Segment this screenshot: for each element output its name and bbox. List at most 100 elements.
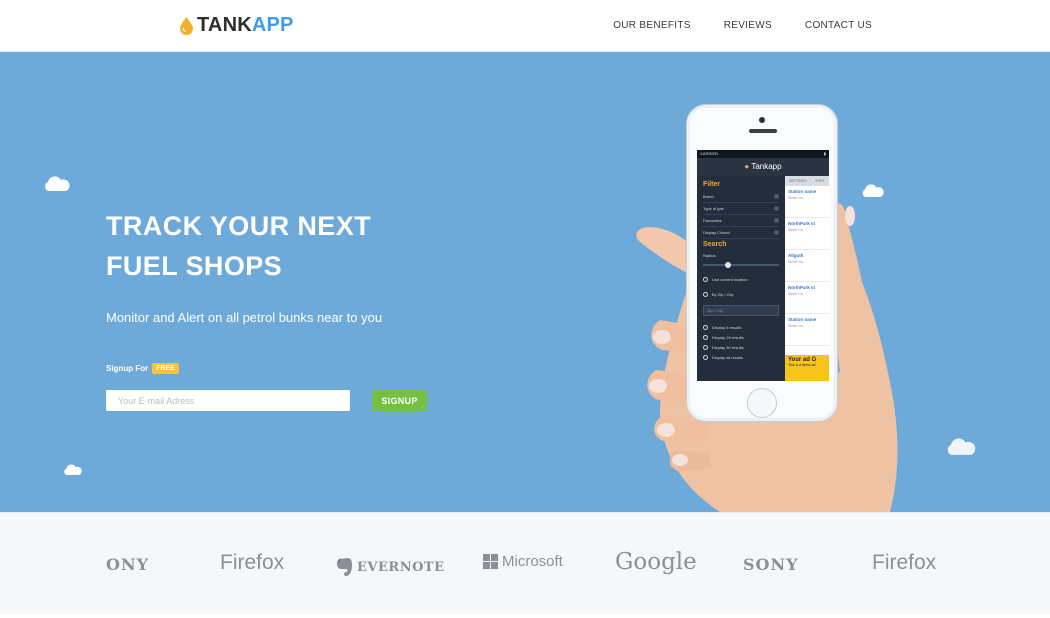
- logo-sony: SONY: [743, 555, 799, 574]
- brand-name: TANKAPP: [197, 14, 294, 37]
- hero-headline-line2: FUEL SHOPS: [106, 251, 283, 281]
- phone-screen: CARRIER ▮ ● Tankapp Filter Brand Type of …: [697, 150, 829, 381]
- evernote-wordmark: EVERNOTE: [357, 559, 445, 575]
- hero-headline: TRACK YOUR NEXT FUEL SHOPS: [106, 206, 371, 286]
- radio-icon: [703, 354, 708, 360]
- option-row[interactable]: Display 25 results: [703, 332, 779, 342]
- app-title-bar: ● Tankapp: [697, 158, 829, 176]
- nav-our-benefits[interactable]: OUR BENEFITS: [613, 20, 691, 31]
- chevron-icon: [774, 218, 779, 223]
- option-row[interactable]: By Zip / City: [703, 287, 779, 302]
- tab-sort[interactable]: SORT: [815, 179, 825, 183]
- result-detail: Street No.: [788, 324, 804, 328]
- city-input[interactable]: Zip / City: [703, 305, 779, 316]
- logo-firefox: Firefox: [220, 551, 285, 574]
- option-row[interactable]: Display 50 results: [703, 342, 779, 352]
- result-detail: Street No.: [788, 228, 804, 232]
- result-name: NorthPark st: [788, 221, 816, 226]
- radio-icon: [703, 334, 708, 340]
- option-row[interactable]: Use current location: [703, 272, 779, 287]
- option-row[interactable]: Display 5 results: [703, 322, 779, 332]
- cloud-icon: [45, 176, 70, 191]
- email-input[interactable]: [106, 390, 350, 411]
- filter-row[interactable]: Type of gas: [703, 203, 779, 215]
- result-name: Allguth: [788, 253, 804, 258]
- slider-knob[interactable]: [725, 262, 731, 268]
- brand-logo[interactable]: TANKAPP: [180, 14, 294, 37]
- hero-subline: Monitor and Alert on all petrol bunks ne…: [106, 310, 383, 325]
- logo-evernote: EVERNOTE: [336, 557, 445, 577]
- signup-for-text: Signup For: [106, 364, 149, 373]
- phone-speaker: [749, 129, 777, 133]
- radius-slider[interactable]: [703, 262, 779, 268]
- cloud-icon: [64, 464, 82, 475]
- toggle-icon: [774, 230, 779, 235]
- page-footer-space: [0, 614, 1050, 618]
- carrier-label: CARRIER: [700, 151, 719, 156]
- tab-settings[interactable]: SETTINGS: [789, 179, 807, 183]
- fuel-drop-icon: [180, 16, 193, 35]
- brand-name-part1: TANK: [197, 14, 252, 36]
- filter-row-label: Brand: [703, 194, 714, 199]
- result-name: NorthPark st: [788, 285, 816, 290]
- radius-label: Radius: [703, 252, 716, 258]
- ad-banner[interactable]: Your ad G This is a demo ad: [785, 355, 829, 381]
- nav-contact-us[interactable]: CONTACT US: [805, 20, 872, 31]
- battery-icon: ▮: [823, 151, 826, 156]
- results-tabs: SETTINGS SORT: [785, 176, 829, 186]
- result-item[interactable]: Station name Street No.: [785, 314, 829, 346]
- search-title: Search: [703, 241, 727, 248]
- filter-row[interactable]: Display Closed: [703, 227, 779, 239]
- result-item[interactable]: Allguth Street No.: [785, 250, 829, 282]
- result-item[interactable]: NorthPark st Street No.: [785, 218, 829, 250]
- free-badge: FREE: [152, 363, 179, 374]
- radio-icon: [703, 324, 708, 330]
- site-header: TANKAPP OUR BENEFITS REVIEWS CONTACT US: [0, 0, 1050, 52]
- option-label: Display all results: [712, 354, 744, 360]
- partner-logos-strip: ONY Firefox EVERNOTE Microsoft Google SO…: [0, 512, 1050, 614]
- results-panel: SETTINGS SORT Station name Street No. Nort…: [785, 176, 829, 381]
- brand-name-part2: APP: [251, 14, 294, 36]
- option-row[interactable]: Display all results: [703, 352, 779, 362]
- phone-mockup: CARRIER ▮ ● Tankapp Filter Brand Type of …: [686, 104, 838, 422]
- result-detail: Street No.: [788, 260, 804, 264]
- ad-subtitle: This is a demo ad: [788, 363, 816, 367]
- result-detail: Street No.: [788, 196, 804, 200]
- microsoft-wordmark: Microsoft: [502, 553, 563, 570]
- filter-panel: Filter Brand Type of gas Favourites Disp…: [697, 176, 785, 381]
- fuel-drop-icon: ●: [744, 162, 750, 171]
- result-item[interactable]: NorthPark st Street No.: [785, 282, 829, 314]
- radio-icon: [703, 344, 708, 350]
- logo-microsoft: Microsoft: [483, 553, 563, 570]
- chevron-icon: [774, 194, 779, 199]
- option-label: By Zip / City: [712, 292, 734, 297]
- radio-icon: [703, 277, 708, 282]
- filter-row-label: Type of gas: [703, 206, 724, 211]
- option-label: Display 5 results: [712, 324, 742, 330]
- filter-row-label: Favourites: [703, 218, 722, 223]
- hero-headline-line1: TRACK YOUR NEXT: [106, 211, 372, 241]
- signup-button[interactable]: SIGNUP: [372, 390, 427, 411]
- microsoft-windows-icon: [483, 554, 498, 569]
- nav-reviews[interactable]: REVIEWS: [724, 20, 772, 31]
- result-detail: Street No.: [788, 292, 804, 296]
- option-label: Display 25 results: [712, 334, 744, 340]
- hero-section: TRACK YOUR NEXT FUEL SHOPS Monitor and A…: [0, 52, 1050, 512]
- logo-sony-partial: ONY: [106, 555, 149, 574]
- logo-firefox: Firefox: [872, 551, 937, 574]
- radio-icon: [703, 292, 708, 297]
- option-label: Display 50 results: [712, 344, 744, 350]
- signup-label: Signup For FREE: [106, 363, 179, 374]
- phone-camera: [759, 117, 765, 123]
- cloud-icon: [947, 438, 976, 455]
- main-nav: OUR BENEFITS REVIEWS CONTACT US: [613, 20, 872, 31]
- filter-row[interactable]: Favourites: [703, 215, 779, 227]
- filter-title: Filter: [703, 181, 721, 188]
- evernote-elephant-icon: [337, 558, 352, 576]
- filter-row[interactable]: Brand: [703, 191, 779, 203]
- result-item[interactable]: Station name Street No.: [785, 186, 829, 218]
- logo-google: Google: [615, 549, 697, 575]
- radius-row: Radius: [703, 251, 779, 259]
- status-bar: CARRIER ▮: [697, 150, 829, 158]
- phone-home-button: [747, 388, 777, 418]
